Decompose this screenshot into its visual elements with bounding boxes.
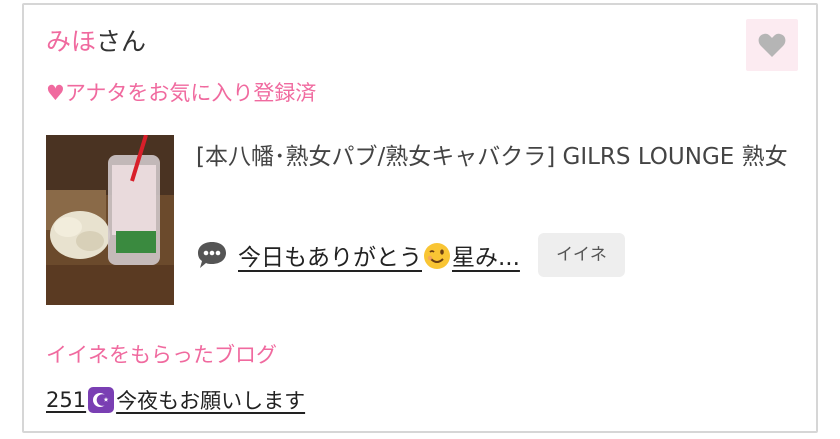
blog-thumbnail[interactable] <box>46 135 174 305</box>
girl-name-row: みほさん <box>46 25 146 59</box>
latest-blog-title-part2: 星み... <box>452 245 520 271</box>
shop-info[interactable]: [本八幡･熟女パブ/熟女キャバクラ] GILRS LOUNGE 熟女 <box>196 139 806 175</box>
latest-blog-link[interactable]: 今日もありがとう 星み... <box>238 238 520 272</box>
favorite-status-text: ♥アナタをお気に入り登録済 <box>46 81 317 105</box>
speech-bubble-icon <box>198 242 226 268</box>
latest-blog-row: 今日もありがとう 星み... イイネ <box>196 229 625 281</box>
received-like-post-title: 今夜もお願いします <box>116 389 306 413</box>
favorite-button[interactable] <box>746 19 798 71</box>
received-like-item[interactable]: 251 今夜もお願いします <box>46 385 305 415</box>
winking-face-icon <box>424 243 450 269</box>
girl-card: みほさん ♥アナタをお気に入り登録済 [本八幡･熟女パブ/熟女キャバクラ] GI… <box>22 3 818 433</box>
received-likes-heading: イイネをもらったブログ <box>46 343 277 367</box>
heart-icon <box>758 33 786 57</box>
like-button[interactable]: イイネ <box>537 233 625 277</box>
star-and-crescent-icon <box>88 387 115 413</box>
honorific-suffix: さん <box>96 27 147 56</box>
girl-name[interactable]: みほ <box>46 27 96 56</box>
latest-blog-title-part1: 今日もありがとう <box>238 245 422 271</box>
like-count: 251 <box>46 388 87 412</box>
thumbnail-photo <box>46 135 174 305</box>
